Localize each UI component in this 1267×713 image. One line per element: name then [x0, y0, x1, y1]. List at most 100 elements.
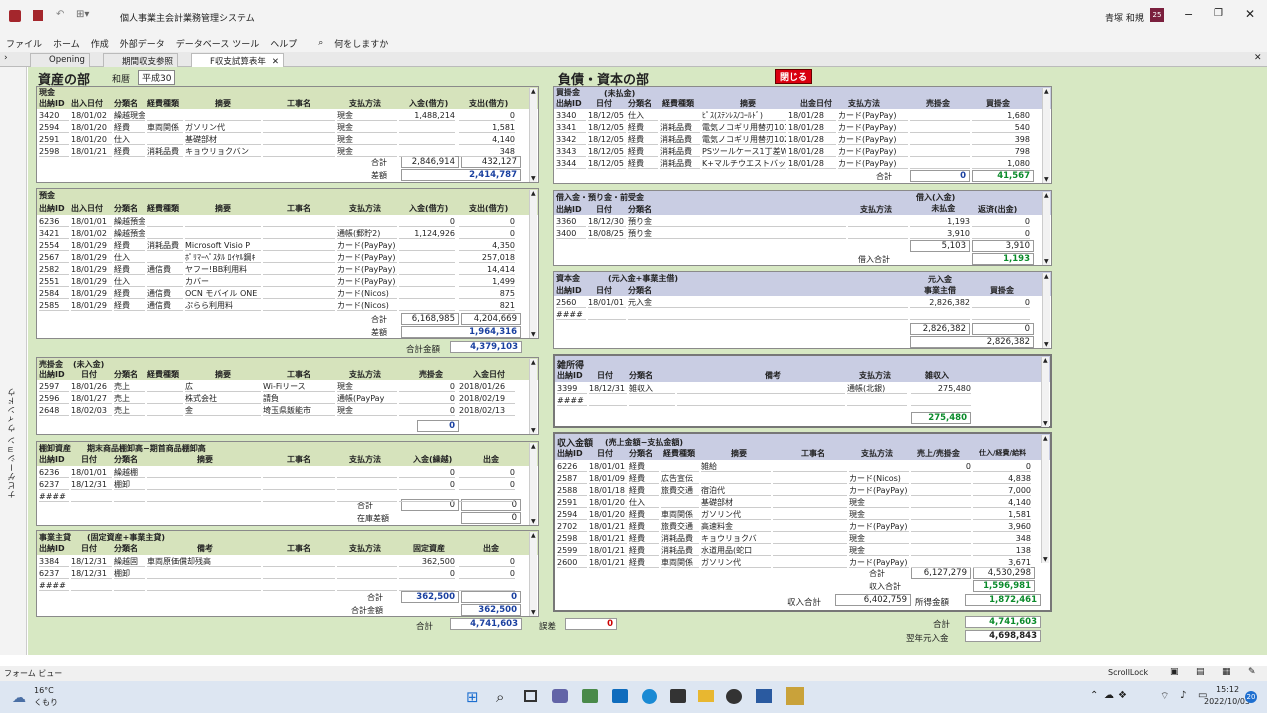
close-document-icon[interactable]: ✕ [1254, 53, 1262, 63]
table-cell[interactable]: 経費 [629, 545, 659, 556]
table-cell[interactable]: カード(PayPay) [337, 252, 397, 263]
table-cell[interactable]: カード(PayPay) [849, 557, 909, 568]
table-cell[interactable]: 2594 [39, 122, 69, 133]
table-cell[interactable]: 売上 [114, 405, 145, 416]
table-cell[interactable]: 経費 [628, 134, 658, 145]
table-cell[interactable] [147, 580, 261, 591]
table-cell[interactable]: 18/01/01 [588, 297, 626, 308]
table-cell[interactable]: 18/01/27 [71, 393, 112, 404]
table-cell[interactable] [399, 288, 455, 299]
table-cell[interactable] [399, 122, 455, 133]
tray-expand-icon[interactable]: ⌃ [1090, 690, 1098, 701]
table-cell[interactable]: 18/01/21 [589, 557, 627, 568]
table-cell[interactable] [263, 216, 335, 227]
table-cell[interactable]: 電気ノコギリ用替刃102 [702, 134, 786, 145]
table-cell[interactable] [660, 110, 700, 121]
table-cell[interactable] [263, 568, 335, 579]
table-cell[interactable]: 経費 [114, 122, 145, 133]
table-cell[interactable]: 18/01/20 [589, 509, 627, 520]
table-cell[interactable]: カード(PayPay) [849, 521, 909, 532]
table-cell[interactable]: 仕入 [114, 134, 145, 145]
table-cell[interactable]: 車両関係 [661, 509, 699, 520]
table-cell[interactable] [910, 122, 970, 133]
table-cell[interactable] [337, 216, 397, 227]
table-cell[interactable]: 経費 [629, 557, 659, 568]
table-cell[interactable]: 2554 [39, 240, 69, 251]
table-cell[interactable]: 埼玉県飯能市 [263, 405, 335, 416]
table-cell[interactable]: 362,500 [399, 556, 455, 567]
table-cell[interactable] [661, 497, 699, 508]
table-cell[interactable] [263, 467, 335, 478]
table-cell[interactable] [628, 309, 908, 320]
table-cell[interactable]: 2596 [39, 393, 69, 404]
table-cell[interactable]: 2018/02/13 [459, 405, 515, 416]
wifi-icon[interactable]: ⌔ [1160, 690, 1169, 703]
table-cell[interactable]: 18/12/31 [71, 568, 112, 579]
inventory-scrollbar[interactable] [529, 443, 537, 525]
table-cell[interactable]: 経費 [629, 533, 659, 544]
table-cell[interactable]: キョウリョクバン [185, 146, 261, 157]
table-cell[interactable]: 3340 [556, 110, 586, 121]
table-cell[interactable] [399, 276, 455, 287]
table-cell[interactable]: #### [556, 309, 586, 320]
table-cell[interactable]: 預り金 [628, 216, 846, 227]
table-cell[interactable] [263, 264, 335, 275]
start-icon[interactable]: ⊞ [466, 688, 479, 706]
table-cell[interactable]: 275,480 [911, 383, 971, 394]
table-cell[interactable]: 経費 [628, 158, 658, 169]
table-cell[interactable]: 繰越固 [114, 556, 145, 567]
notification-badge[interactable]: 20 [1245, 691, 1257, 703]
table-cell[interactable]: 雑収入 [629, 383, 675, 394]
table-cell[interactable]: カード(PayPay) [337, 240, 397, 251]
table-cell[interactable]: 繰越現金 [114, 110, 145, 121]
tab-period-balance[interactable]: 期間収支参照 [103, 53, 179, 67]
table-cell[interactable]: カード(Nicos) [849, 473, 909, 484]
table-cell[interactable]: 現金 [849, 545, 909, 556]
table-cell[interactable]: 消耗品費 [661, 533, 699, 544]
table-cell[interactable]: 2018/02/19 [459, 393, 515, 404]
table-cell[interactable]: 18/12/05 [588, 134, 626, 145]
table-cell[interactable]: 2567 [39, 252, 69, 263]
menu-external-data[interactable]: 外部データ [120, 37, 165, 50]
table-cell[interactable] [263, 491, 335, 502]
table-cell[interactable]: 繰越預金 [114, 228, 145, 239]
chat-icon[interactable] [552, 689, 568, 703]
table-cell[interactable]: 0 [972, 228, 1030, 239]
menu-help[interactable]: ヘルプ [270, 37, 297, 50]
table-cell[interactable] [263, 146, 335, 157]
table-cell[interactable] [71, 491, 112, 502]
table-cell[interactable]: 1,488,214 [399, 110, 455, 121]
app-icon[interactable] [582, 689, 598, 703]
clock-time[interactable]: 15:12 [1216, 685, 1239, 694]
table-cell[interactable] [589, 395, 627, 406]
dell-icon[interactable] [726, 689, 742, 704]
table-cell[interactable]: 2588 [557, 485, 587, 496]
table-cell[interactable]: 経費 [114, 240, 145, 251]
table-cell[interactable]: 2560 [556, 297, 586, 308]
close-button[interactable]: 閉じる [775, 69, 813, 84]
table-cell[interactable]: 0 [399, 393, 455, 404]
table-cell[interactable]: 18/01/20 [71, 134, 112, 145]
table-cell[interactable]: 18/01/29 [71, 288, 112, 299]
table-cell[interactable]: 現金 [849, 533, 909, 544]
table-cell[interactable] [147, 381, 183, 392]
table-cell[interactable] [910, 309, 970, 320]
table-cell[interactable] [263, 276, 335, 287]
table-cell[interactable]: 宿泊代 [701, 485, 771, 496]
table-cell[interactable]: 18/12/30 [588, 216, 626, 227]
table-cell[interactable]: 2582 [39, 264, 69, 275]
table-cell[interactable]: 138 [973, 545, 1031, 556]
table-cell[interactable]: 3342 [556, 134, 586, 145]
table-cell[interactable]: カード(PayPay) [838, 122, 908, 133]
table-cell[interactable]: 経費 [628, 146, 658, 157]
weather-icon[interactable]: ☁ [12, 690, 26, 706]
table-cell[interactable]: 2587 [557, 473, 587, 484]
table-cell[interactable] [147, 405, 183, 416]
table-cell[interactable]: #### [557, 395, 587, 406]
table-cell[interactable]: 金 [185, 405, 261, 416]
table-cell[interactable]: 棚卸 [114, 568, 145, 579]
table-cell[interactable]: 0 [972, 297, 1030, 308]
table-cell[interactable] [911, 545, 971, 556]
cash-scrollbar[interactable] [529, 88, 537, 182]
menu-home[interactable]: ホーム [53, 37, 80, 50]
